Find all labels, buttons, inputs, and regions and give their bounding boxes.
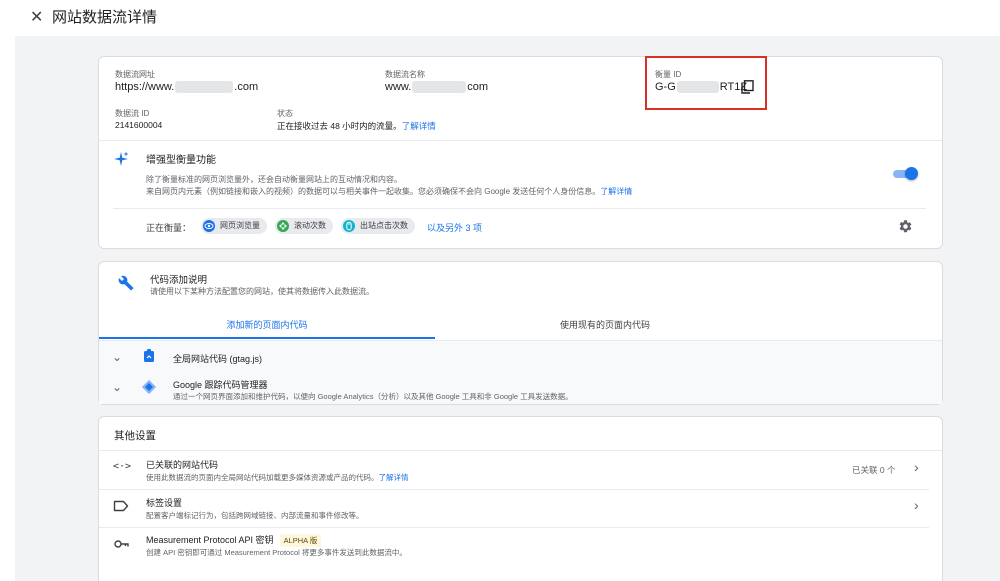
more-events-link[interactable]: 以及另外 3 项 bbox=[427, 221, 482, 234]
tag-settings-title[interactable]: 标签设置 bbox=[146, 496, 182, 509]
divider bbox=[113, 208, 926, 209]
status-learn-more-link[interactable]: 了解详情 bbox=[402, 121, 436, 131]
highlight-box bbox=[645, 56, 767, 110]
scroll-icon bbox=[277, 220, 289, 232]
page-title: 网站数据流详情 bbox=[52, 9, 158, 26]
tag-settings-desc: 配置客户端标记行为，包括跨网域链接、内部流量和事件修改等。 bbox=[146, 511, 364, 520]
linked-tags-learn-more-link[interactable]: 了解详情 bbox=[379, 473, 409, 482]
tagging-title: 代码添加说明 bbox=[150, 275, 208, 286]
tag-manager-icon bbox=[141, 379, 157, 395]
wrench-icon bbox=[118, 275, 134, 291]
label-icon bbox=[113, 500, 129, 512]
mouse-icon bbox=[343, 220, 355, 232]
divider bbox=[99, 527, 929, 528]
redacted-block bbox=[175, 81, 234, 94]
stream-url-value: https://www. .com bbox=[115, 81, 259, 94]
linked-tags-count: 已关联 0 个 bbox=[852, 465, 896, 475]
gtm-option-title[interactable]: Google 跟踪代码管理器 bbox=[173, 378, 268, 391]
close-icon[interactable]: ✕ bbox=[30, 7, 43, 27]
divider bbox=[99, 489, 929, 490]
enhanced-desc-line2: 来自网页内元素（例如链接和嵌入的视频）的数据可以与相关事件一起收集。您必须确保不… bbox=[146, 187, 633, 196]
stream-id-label: 数据流 ID bbox=[115, 109, 150, 118]
eye-icon bbox=[203, 220, 215, 232]
linked-tags-title[interactable]: 已关联的网站代码 bbox=[146, 458, 218, 471]
enhanced-measurement-title: 增强型衡量功能 bbox=[146, 155, 216, 166]
gtm-option-desc: 通过一个网页界面添加和维护代码，以便向 Google Analytics（分析）… bbox=[173, 392, 573, 401]
status-value: 正在接收过去 48 小时内的流量。了解详情 bbox=[277, 121, 436, 131]
gear-icon[interactable] bbox=[898, 219, 913, 234]
enhanced-measurement-toggle[interactable] bbox=[893, 167, 918, 180]
tag-code-icon bbox=[144, 349, 154, 362]
enhanced-desc-line1: 除了衡量标准的网页浏览量外，还会自动衡量网站上的互动情况和内容。 bbox=[146, 175, 402, 184]
chevron-down-icon[interactable]: ⌄ bbox=[112, 380, 122, 394]
other-settings-title: 其他设置 bbox=[114, 430, 156, 442]
chip-page-views: 网页浏览量 bbox=[201, 218, 267, 234]
mp-api-secret-title[interactable]: Measurement Protocol API 密钥 ALPHA 版 bbox=[146, 533, 322, 547]
chevron-right-icon[interactable]: › bbox=[914, 497, 919, 513]
stream-id-value: 2141600004 bbox=[115, 120, 163, 130]
code-icon: <·> bbox=[113, 461, 132, 472]
gtag-option-title[interactable]: 全局网站代码 (gtag.js) bbox=[173, 352, 262, 365]
measuring-label: 正在衡量： bbox=[146, 223, 192, 233]
key-icon bbox=[114, 540, 129, 548]
divider bbox=[99, 450, 942, 451]
mp-api-secret-desc: 创建 API 密钥即可通过 Measurement Protocol 将更多事件… bbox=[146, 548, 407, 557]
tab-add-new-code[interactable]: 添加新的页面内代码 bbox=[99, 311, 435, 339]
linked-tags-desc: 使用此数据流的页面内全局网站代码加载更多媒体资源或产品的代码。了解详情 bbox=[146, 473, 409, 482]
tagging-desc: 请使用以下某种方法配置您的网站，使其将数据传入此数据流。 bbox=[150, 287, 374, 296]
top-bar: ✕ 网站数据流详情 bbox=[0, 0, 1000, 36]
toggle-knob bbox=[905, 167, 918, 180]
chip-outbound-clicks: 出站点击次数 bbox=[341, 218, 415, 234]
chip-scrolls: 滚动次数 bbox=[275, 218, 333, 234]
alpha-badge: ALPHA 版 bbox=[279, 534, 322, 547]
sparkle-icon bbox=[114, 151, 129, 166]
enhanced-learn-more-link[interactable]: 了解详情 bbox=[600, 187, 632, 196]
chevron-down-icon[interactable]: ⌄ bbox=[112, 350, 122, 364]
stream-name-label: 数据流名称 bbox=[385, 70, 425, 79]
divider bbox=[99, 140, 942, 141]
status-label: 状态 bbox=[277, 109, 293, 118]
stream-url-label: 数据流网址 bbox=[115, 70, 155, 79]
stream-name-value: www. com bbox=[385, 81, 489, 94]
chevron-right-icon[interactable]: › bbox=[914, 459, 919, 475]
redacted-block bbox=[412, 81, 467, 94]
tab-use-existing-code[interactable]: 使用现有的页面内代码 bbox=[435, 311, 775, 339]
